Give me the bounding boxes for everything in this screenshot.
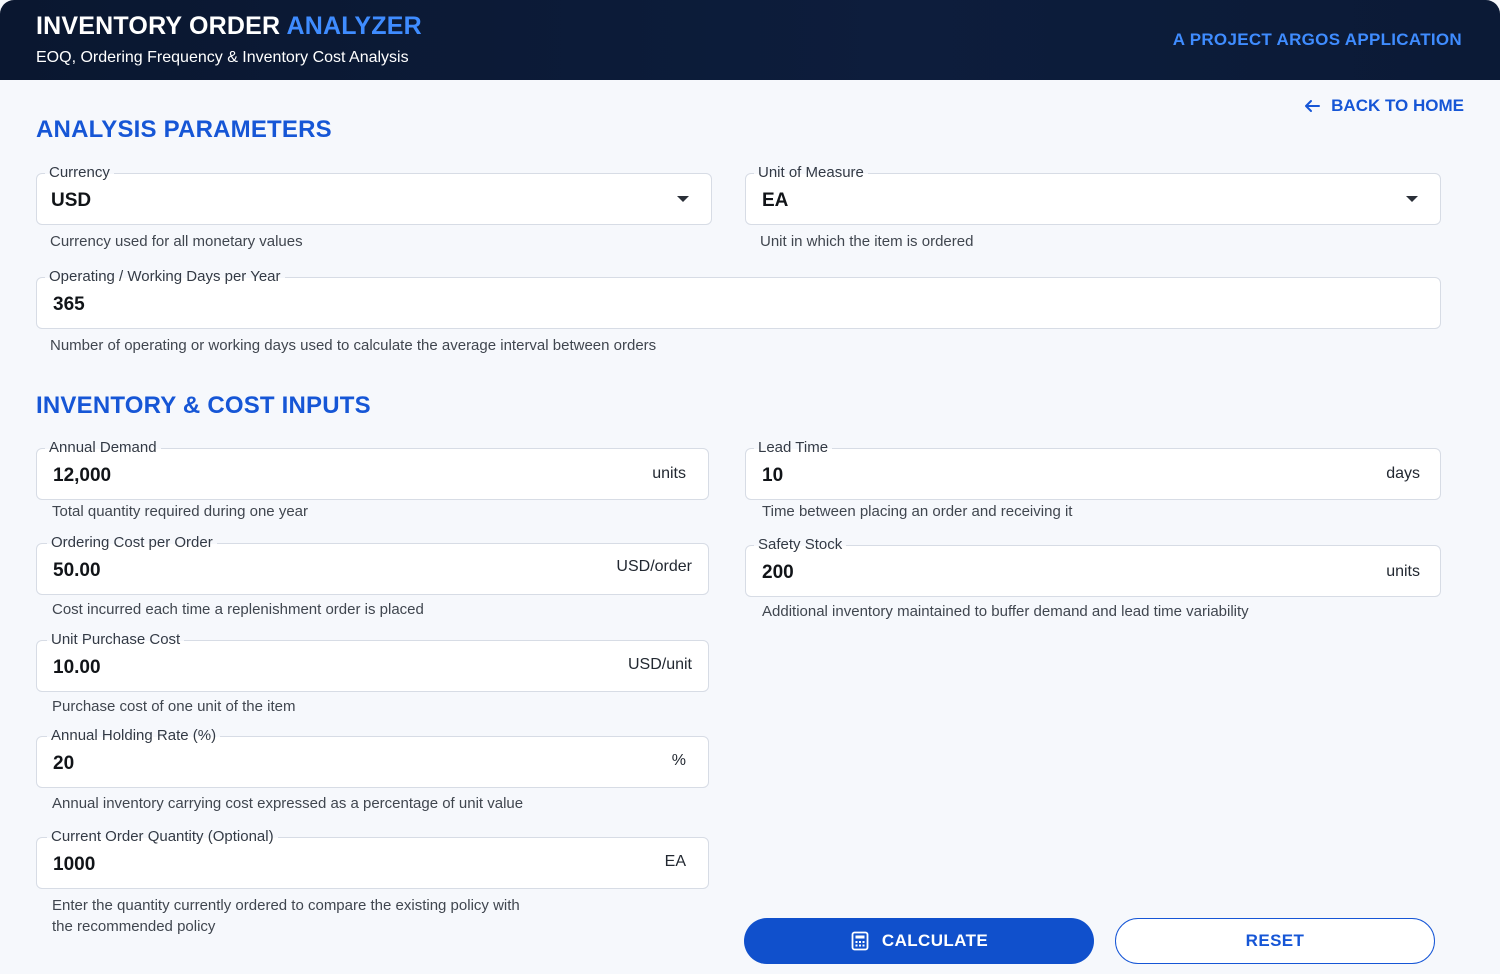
back-to-home-label: BACK TO HOME <box>1331 96 1464 115</box>
lead-time-input[interactable]: Lead Time 10 days <box>745 438 1441 500</box>
annual-demand-input[interactable]: Annual Demand 12,000 units <box>36 438 709 500</box>
unit-purchase-cost-unit: USD/unit <box>627 656 692 673</box>
safety-stock-value: 200 <box>762 562 794 583</box>
holding-rate-label: Annual Holding Rate (%) <box>47 726 221 746</box>
uom-value: EA <box>762 190 789 211</box>
annual-demand-unit: units <box>652 465 686 482</box>
ordering-cost-input[interactable]: Ordering Cost per Order 50.00 USD/order <box>36 533 709 595</box>
app-title-main: INVENTORY ORDER <box>36 12 281 40</box>
unit-purchase-cost-helper: Purchase cost of one unit of the item <box>52 698 296 715</box>
lead-time-label: Lead Time <box>754 438 833 458</box>
currency-label: Currency <box>45 163 114 183</box>
unit-purchase-cost-value: 10.00 <box>53 657 101 678</box>
annual-demand-helper: Total quantity required during one year <box>52 503 308 520</box>
app-subtitle: EOQ, Ordering Frequency & Inventory Cost… <box>36 49 409 66</box>
arrow-left-icon <box>1305 100 1321 112</box>
back-to-home-link[interactable]: BACK TO HOME <box>1303 96 1464 116</box>
safety-stock-helper: Additional inventory maintained to buffe… <box>762 603 1249 620</box>
app-title: INVENTORY ORDER ANALYZER <box>36 12 422 41</box>
caret-down-icon <box>677 196 689 202</box>
current-order-quantity-label: Current Order Quantity (Optional) <box>47 827 278 847</box>
current-order-quantity-value: 1000 <box>53 854 96 875</box>
unit-purchase-cost-input[interactable]: Unit Purchase Cost 10.00 USD/unit <box>36 630 709 692</box>
lead-time-unit: days <box>1386 465 1420 482</box>
app-page: INVENTORY ORDER ANALYZER EOQ, Ordering F… <box>0 0 1500 974</box>
calculate-button[interactable]: CALCULATE <box>744 918 1094 964</box>
analysis-parameters-title: ANALYSIS PARAMETERS <box>36 116 332 143</box>
app-title-accent: ANALYZER <box>286 12 422 40</box>
currency-helper: Currency used for all monetary values <box>50 233 303 250</box>
working-days-input[interactable]: Operating / Working Days per Year 365 <box>36 267 1441 329</box>
reset-button[interactable]: RESET <box>1115 918 1435 964</box>
currency-select[interactable]: Currency USD <box>36 163 712 225</box>
unit-purchase-cost-label: Unit Purchase Cost <box>47 630 185 650</box>
annual-demand-label: Annual Demand <box>45 438 161 458</box>
current-order-quantity-input[interactable]: Current Order Quantity (Optional) 1000 E… <box>36 827 709 889</box>
safety-stock-label: Safety Stock <box>754 535 847 555</box>
current-order-quantity-helper-line1: Enter the quantity currently ordered to … <box>52 897 520 914</box>
holding-rate-helper: Annual inventory carrying cost expressed… <box>52 795 524 812</box>
brand-label: A PROJECT ARGOS APPLICATION <box>1172 30 1462 49</box>
current-order-quantity-unit: EA <box>664 853 686 870</box>
safety-stock-input[interactable]: Safety Stock 200 units <box>745 535 1441 597</box>
holding-rate-value: 20 <box>53 753 75 774</box>
app-header: INVENTORY ORDER ANALYZER EOQ, Ordering F… <box>0 0 1500 80</box>
working-days-label: Operating / Working Days per Year <box>45 267 285 287</box>
uom-label: Unit of Measure <box>754 163 868 183</box>
inventory-cost-inputs-title: INVENTORY & COST INPUTS <box>36 392 371 419</box>
current-order-quantity-helper-line2: the recommended policy <box>52 918 216 935</box>
ordering-cost-label: Ordering Cost per Order <box>47 533 217 553</box>
ordering-cost-unit: USD/order <box>616 558 692 575</box>
working-days-value: 365 <box>53 294 85 315</box>
lead-time-value: 10 <box>762 465 784 486</box>
currency-value: USD <box>51 190 92 211</box>
calculate-label: CALCULATE <box>881 931 989 950</box>
caret-down-icon <box>1406 196 1418 202</box>
reset-label: RESET <box>1245 931 1305 950</box>
unit-of-measure-select[interactable]: Unit of Measure EA <box>745 163 1441 225</box>
working-days-helper: Number of operating or working days used… <box>50 337 657 354</box>
holding-rate-input[interactable]: Annual Holding Rate (%) 20 % <box>36 726 709 788</box>
uom-helper: Unit in which the item is ordered <box>760 233 974 250</box>
holding-rate-unit: % <box>671 752 686 769</box>
lead-time-helper: Time between placing an order and receiv… <box>762 503 1073 520</box>
ordering-cost-helper: Cost incurred each time a replenishment … <box>52 601 424 618</box>
safety-stock-unit: units <box>1386 563 1420 580</box>
calculator-icon <box>851 931 869 951</box>
ordering-cost-value: 50.00 <box>53 560 101 581</box>
annual-demand-value: 12,000 <box>53 465 112 486</box>
